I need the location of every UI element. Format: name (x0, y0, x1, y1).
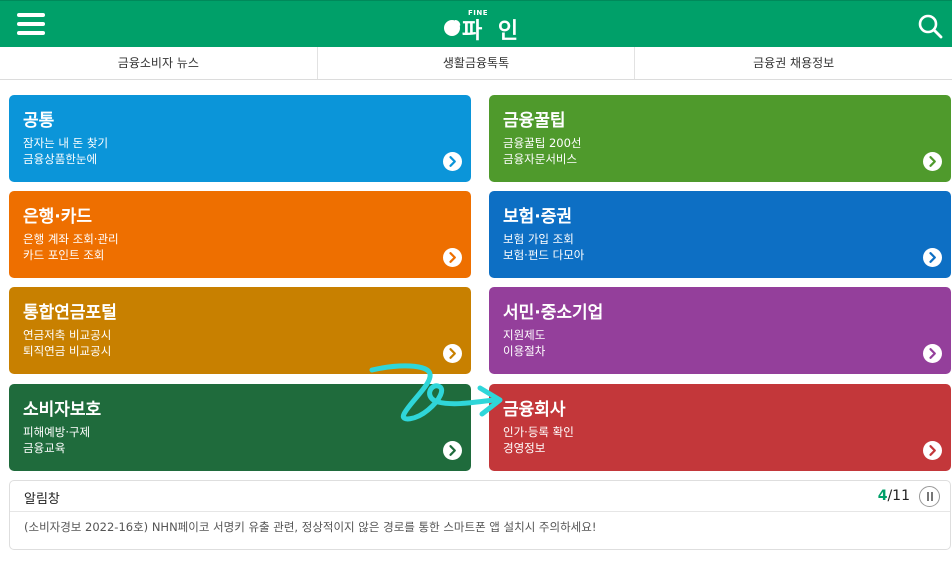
tile-title: 통합연금포털 (23, 303, 117, 323)
tile-bank-card[interactable]: 은행·카드 은행 계좌 조회·관리 카드 포인트 조회 (9, 191, 471, 278)
tile-title: 금융꿀팁 (503, 111, 566, 131)
chevron-right-circle-icon[interactable] (923, 441, 942, 460)
menu-bar (17, 22, 45, 26)
logo-mark-icon (444, 20, 461, 36)
pause-bar (927, 492, 929, 501)
tile-title: 금융회사 (503, 400, 566, 420)
chevron-right-circle-icon[interactable] (443, 248, 462, 267)
tile-link[interactable]: 퇴직연금 비교공시 (23, 343, 111, 359)
notice-panel: 알림창 4/11 (소비자경보 2022-16호) NHN페이코 서명키 유출 … (9, 480, 951, 550)
tile-link[interactable]: 보험 가입 조회 (503, 231, 574, 247)
tile-small-business[interactable]: 서민·중소기업 지원제도 이용절차 (489, 287, 951, 374)
tile-link[interactable]: 이용절차 (503, 343, 545, 359)
notice-current: 4 (877, 488, 888, 504)
tile-link[interactable]: 은행 계좌 조회·관리 (23, 231, 119, 247)
tab-finance-jobs[interactable]: 금융권 채용정보 (635, 47, 952, 79)
tile-link[interactable]: 잠자는 내 돈 찾기 (23, 135, 108, 151)
tile-link[interactable]: 경영정보 (503, 440, 545, 456)
tile-finance-tips[interactable]: 금융꿀팁 금융꿀팁 200선 금융자문서비스 (489, 95, 951, 182)
tile-link[interactable]: 연금저축 비교공시 (23, 327, 111, 343)
tile-title: 서민·중소기업 (503, 303, 604, 323)
tile-link[interactable]: 인가·등록 확인 (503, 424, 574, 440)
tab-consumer-news[interactable]: 금융소비자 뉴스 (0, 47, 318, 79)
chevron-right-circle-icon[interactable] (923, 248, 942, 267)
app-header: FINE 파 인 (0, 0, 952, 47)
notice-message[interactable]: (소비자경보 2022-16호) NHN페이코 서명키 유출 관련, 정상적이지… (24, 519, 596, 535)
tile-title: 공통 (23, 111, 55, 131)
fine-logo[interactable]: FINE 파 인 (442, 9, 532, 44)
notice-divider (10, 511, 950, 512)
menu-bar (17, 13, 45, 17)
tile-link[interactable]: 금융상품한눈에 (23, 151, 97, 167)
notice-total: 11 (892, 488, 910, 504)
tile-link[interactable]: 금융꿀팁 200선 (503, 135, 582, 151)
tile-link[interactable]: 보험·펀드 다모아 (503, 247, 584, 263)
tile-insurance-securities[interactable]: 보험·증권 보험 가입 조회 보험·펀드 다모아 (489, 191, 951, 278)
tile-common[interactable]: 공통 잠자는 내 돈 찾기 금융상품한눈에 (9, 95, 471, 182)
tile-link[interactable]: 지원제도 (503, 327, 545, 343)
tile-title: 소비자보호 (23, 400, 102, 420)
tile-link[interactable]: 카드 포인트 조회 (23, 247, 104, 263)
tab-life-finance-talk[interactable]: 생활금융톡톡 (318, 47, 636, 79)
tile-consumer-protection[interactable]: 소비자보호 피해예방·구제 금융교육 (9, 384, 471, 471)
tile-pension-portal[interactable]: 통합연금포털 연금저축 비교공시 퇴직연금 비교공시 (9, 287, 471, 374)
tile-title: 보험·증권 (503, 207, 573, 227)
notice-title: 알림창 (24, 492, 60, 507)
logo-text: 파 인 (462, 19, 523, 44)
chevron-right-circle-icon[interactable] (923, 152, 942, 171)
tile-link[interactable]: 금융자문서비스 (503, 151, 577, 167)
hamburger-menu-icon[interactable] (17, 13, 45, 35)
menu-bar (17, 31, 45, 35)
pause-icon[interactable] (919, 486, 940, 507)
tile-financial-companies[interactable]: 금융회사 인가·등록 확인 경영정보 (489, 384, 951, 471)
notice-pager: 4/11 (878, 488, 910, 504)
chevron-right-circle-icon[interactable] (443, 344, 462, 363)
tile-title: 은행·카드 (23, 207, 93, 227)
pause-bar (931, 492, 933, 501)
tile-link[interactable]: 금융교육 (23, 440, 65, 456)
top-tabs: 금융소비자 뉴스 생활금융톡톡 금융권 채용정보 (0, 47, 952, 80)
chevron-right-circle-icon[interactable] (443, 152, 462, 171)
tile-link[interactable]: 피해예방·구제 (23, 424, 90, 440)
chevron-right-circle-icon[interactable] (923, 344, 942, 363)
chevron-right-circle-icon[interactable] (443, 441, 462, 460)
search-icon[interactable] (917, 13, 943, 39)
